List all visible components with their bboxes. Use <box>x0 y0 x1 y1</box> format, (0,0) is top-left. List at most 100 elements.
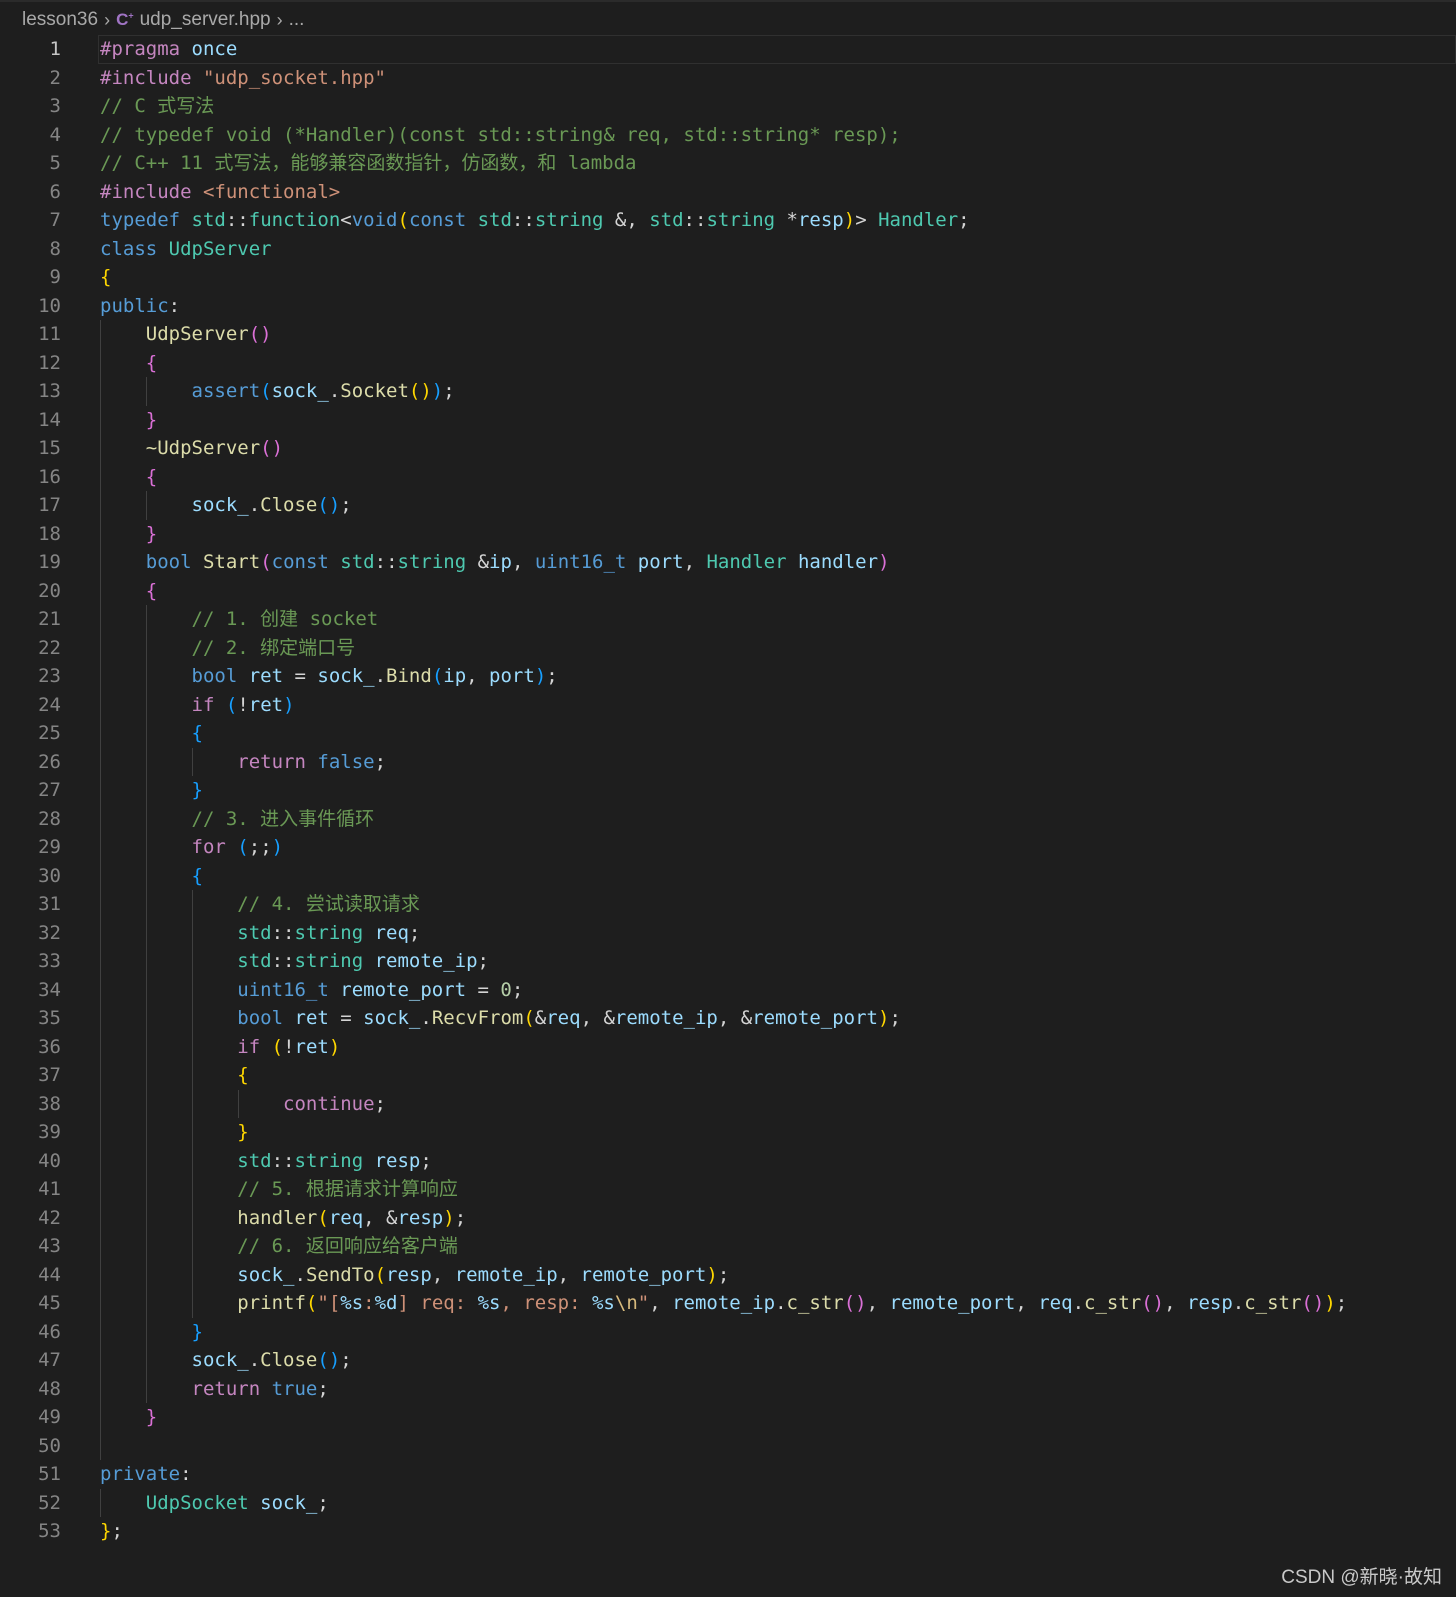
code-line[interactable]: 36 if (!ret) <box>0 1032 1456 1062</box>
code-line[interactable]: 47 sock_.Close(); <box>0 1346 1456 1375</box>
code-line[interactable]: 24 if (!ret) <box>0 690 1456 720</box>
code-line[interactable]: 45 printf("[%s:%d] req: %s, resp: %s\n",… <box>0 1289 1456 1318</box>
code-line[interactable]: 1 #pragma once <box>0 35 1456 64</box>
line-number[interactable]: 13 <box>0 377 61 406</box>
code-line[interactable]: 23 bool ret = sock_.Bind(ip, port); <box>0 662 1456 691</box>
line-number[interactable]: 8 <box>0 235 61 264</box>
code-line[interactable]: 39 } <box>0 1118 1456 1147</box>
line-number[interactable]: 18 <box>0 520 61 549</box>
code-line[interactable]: 33 std::string remote_ip; <box>0 947 1456 976</box>
code-line[interactable]: 21 // 1. 创建 socket <box>0 605 1456 634</box>
code-line[interactable]: 32 std::string req; <box>0 918 1456 948</box>
line-number[interactable]: 3 <box>0 92 61 121</box>
code-line[interactable]: 37 { <box>0 1061 1456 1090</box>
line-number[interactable]: 15 <box>0 434 61 463</box>
code-line[interactable]: 41 // 5. 根据请求计算响应 <box>0 1175 1456 1204</box>
line-number[interactable]: 38 <box>0 1090 61 1119</box>
line-number[interactable]: 21 <box>0 605 61 634</box>
line-number[interactable]: 27 <box>0 776 61 805</box>
line-number[interactable]: 44 <box>0 1261 61 1290</box>
code-line[interactable]: 18 } <box>0 519 1456 549</box>
code-line[interactable]: 10 public: <box>0 292 1456 321</box>
code-line[interactable]: 34 uint16_t remote_port = 0; <box>0 975 1456 1005</box>
code-line[interactable]: 50 <box>0 1431 1456 1460</box>
code-line[interactable]: 2 #include "udp_socket.hpp" <box>0 64 1456 93</box>
line-number[interactable]: 11 <box>0 320 61 349</box>
line-number[interactable]: 45 <box>0 1289 61 1318</box>
code-line[interactable]: 52 UdpSocket sock_; <box>0 1488 1456 1518</box>
code-line[interactable]: 17 sock_.Close(); <box>0 491 1456 520</box>
line-number[interactable]: 22 <box>0 634 61 663</box>
line-number[interactable]: 47 <box>0 1346 61 1375</box>
code-line[interactable]: 6 #include <functional> <box>0 178 1456 207</box>
line-number[interactable]: 31 <box>0 890 61 919</box>
line-number[interactable]: 2 <box>0 64 61 93</box>
breadcrumb-file[interactable]: udp_server.hpp <box>140 9 271 31</box>
code-line[interactable]: 8 class UdpServer <box>0 235 1456 264</box>
breadcrumb-folder[interactable]: lesson36 <box>22 9 98 31</box>
line-number[interactable]: 53 <box>0 1517 61 1546</box>
line-number[interactable]: 16 <box>0 463 61 492</box>
line-number[interactable]: 49 <box>0 1403 61 1432</box>
line-number[interactable]: 37 <box>0 1061 61 1090</box>
line-number[interactable]: 26 <box>0 748 61 777</box>
code-line[interactable]: 29 for (;;) <box>0 833 1456 862</box>
line-number[interactable]: 6 <box>0 178 61 207</box>
line-number[interactable]: 20 <box>0 577 61 606</box>
code-line[interactable]: 40 std::string resp; <box>0 1146 1456 1176</box>
line-number[interactable]: 51 <box>0 1460 61 1489</box>
code-line[interactable]: 16 { <box>0 462 1456 492</box>
code-line[interactable]: 53}; <box>0 1517 1456 1546</box>
code-line[interactable]: 46 } <box>0 1317 1456 1347</box>
line-number[interactable]: 29 <box>0 833 61 862</box>
code-line[interactable]: 30 { <box>0 861 1456 891</box>
code-line[interactable]: 11 UdpServer() <box>0 320 1456 349</box>
code-line[interactable]: 25 { <box>0 719 1456 748</box>
code-line[interactable]: 26 return false; <box>0 747 1456 777</box>
code-line[interactable]: 15 ~UdpServer() <box>0 434 1456 463</box>
line-number[interactable]: 43 <box>0 1232 61 1261</box>
code-line[interactable]: 12 { <box>0 348 1456 378</box>
line-number[interactable]: 34 <box>0 976 61 1005</box>
code-line[interactable]: 31 // 4. 尝试读取请求 <box>0 890 1456 919</box>
line-number[interactable]: 10 <box>0 292 61 321</box>
breadcrumb-more[interactable]: ... <box>289 9 305 31</box>
code-line[interactable]: 42 handler(req, &resp); <box>0 1203 1456 1233</box>
code-line[interactable]: 48 return true; <box>0 1374 1456 1403</box>
line-number[interactable]: 7 <box>0 206 61 235</box>
line-number[interactable]: 46 <box>0 1318 61 1347</box>
line-number[interactable]: 32 <box>0 919 61 948</box>
code-line[interactable]: 51 private: <box>0 1460 1456 1489</box>
code-line[interactable]: 27 } <box>0 776 1456 805</box>
line-number[interactable]: 17 <box>0 491 61 520</box>
code-line[interactable]: 13 assert(sock_.Socket()); <box>0 377 1456 406</box>
line-number[interactable]: 30 <box>0 862 61 891</box>
line-number[interactable]: 40 <box>0 1147 61 1176</box>
line-number[interactable]: 28 <box>0 805 61 834</box>
code-line[interactable]: 22 // 2. 绑定端口号 <box>0 633 1456 663</box>
line-number[interactable]: 1 <box>0 35 61 64</box>
code-line[interactable]: 7 typedef std::function<void(const std::s… <box>0 206 1456 235</box>
line-number[interactable]: 5 <box>0 149 61 178</box>
code-line[interactable]: 28 // 3. 进入事件循环 <box>0 804 1456 834</box>
code-line[interactable]: 43 // 6. 返回响应给客户端 <box>0 1232 1456 1261</box>
line-number[interactable]: 52 <box>0 1489 61 1518</box>
line-number[interactable]: 24 <box>0 691 61 720</box>
line-number[interactable]: 14 <box>0 406 61 435</box>
line-number[interactable]: 23 <box>0 662 61 691</box>
line-number[interactable]: 39 <box>0 1118 61 1147</box>
line-number[interactable]: 25 <box>0 719 61 748</box>
line-number[interactable]: 33 <box>0 947 61 976</box>
line-number[interactable]: 4 <box>0 121 61 150</box>
code-line[interactable]: 9{ <box>0 263 1456 292</box>
code-editor[interactable]: 1 #pragma once 2 #include "udp_socket.hpp" 3… <box>0 35 1456 1546</box>
code-line[interactable]: 44 sock_.SendTo(resp, remote_ip, remote_… <box>0 1260 1456 1290</box>
line-number[interactable]: 19 <box>0 548 61 577</box>
line-number[interactable]: 12 <box>0 349 61 378</box>
code-line[interactable]: 35 bool ret = sock_.RecvFrom(&req, &remo… <box>0 1004 1456 1033</box>
code-line[interactable]: 4 // typedef void (*Handler)(const std::s… <box>0 121 1456 150</box>
line-number[interactable]: 36 <box>0 1033 61 1062</box>
line-number[interactable]: 35 <box>0 1004 61 1033</box>
code-line[interactable]: 38 continue; <box>0 1089 1456 1119</box>
line-number[interactable]: 42 <box>0 1204 61 1233</box>
